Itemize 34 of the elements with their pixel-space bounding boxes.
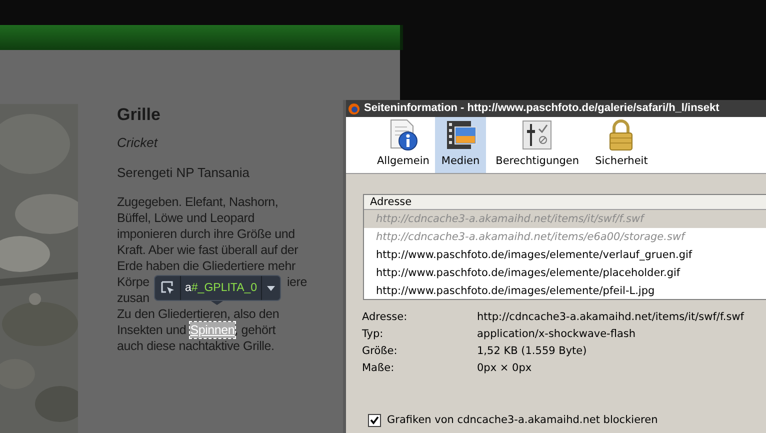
detail-value: application/x-shockwave-flash (477, 327, 636, 341)
window-title: Seiteninformation - http://www.paschfoto.de/galerie/safari/h_l/insekt (364, 101, 720, 116)
paragraph-text: Erde haben die Gliedertiere mehr (117, 258, 296, 274)
paragraph-text: imponieren durch ihre Größe und (117, 226, 295, 242)
detail-value: http://cdncache3-a.akamaihd.net/items/it/swf/f.swf (477, 310, 744, 324)
list-row[interactable]: http://www.paschfoto.de/images/elemente/pfeil-L.jpg (364, 282, 766, 300)
column-header[interactable]: Adresse (364, 195, 766, 210)
list-row[interactable]: http://www.paschfoto.de/images/elemente/verlauf_gruen.gif (364, 246, 766, 264)
detail-label: Adresse: (362, 310, 408, 324)
slider-checklist-icon (520, 118, 554, 152)
checkbox-label: Grafiken von cdncache3-a.akamaihd.net blockieren (387, 413, 658, 428)
detail-value: 1,52 KB (1.559 Byte) (477, 344, 587, 358)
paragraph-text: Zugegeben. Elefant, Nashorn, (117, 194, 278, 210)
location-text: Serengeti NP Tansania (117, 165, 251, 181)
detail-label: Größe: (362, 344, 398, 358)
paragraph-text: Büffel, Löwe und Leopard (117, 210, 254, 226)
paragraph-text: Zu den Gliedertieren, also den (117, 306, 280, 322)
detail-value: 0px × 0px (477, 361, 532, 375)
paragraph-text: Körpe (117, 274, 150, 290)
page-subtitle: Cricket (117, 135, 159, 151)
list-row[interactable]: http://www.paschfoto.de/images/elemente/placeholder.gif (364, 264, 766, 282)
browser-logo-icon (348, 102, 360, 114)
paragraph-text: , gehört (234, 322, 276, 338)
detail-label: Typ: (362, 327, 384, 341)
paragraph-text: Kraft. Aber wie fast überall auf der (117, 242, 298, 258)
checkbox[interactable] (368, 414, 381, 428)
tab[interactable]: Medien (435, 117, 486, 173)
detail-label: Maße: (362, 361, 396, 375)
paragraph-text: zusan (117, 290, 150, 306)
paragraph-text: iere (286, 274, 307, 290)
paragraph-text: Insekten und (117, 322, 186, 338)
page-title: Grille (117, 104, 162, 126)
element-selector: a#_GPLITA_0 (181, 276, 262, 300)
paragraph-text: auch diese nachtaktive Grille. (117, 338, 276, 354)
